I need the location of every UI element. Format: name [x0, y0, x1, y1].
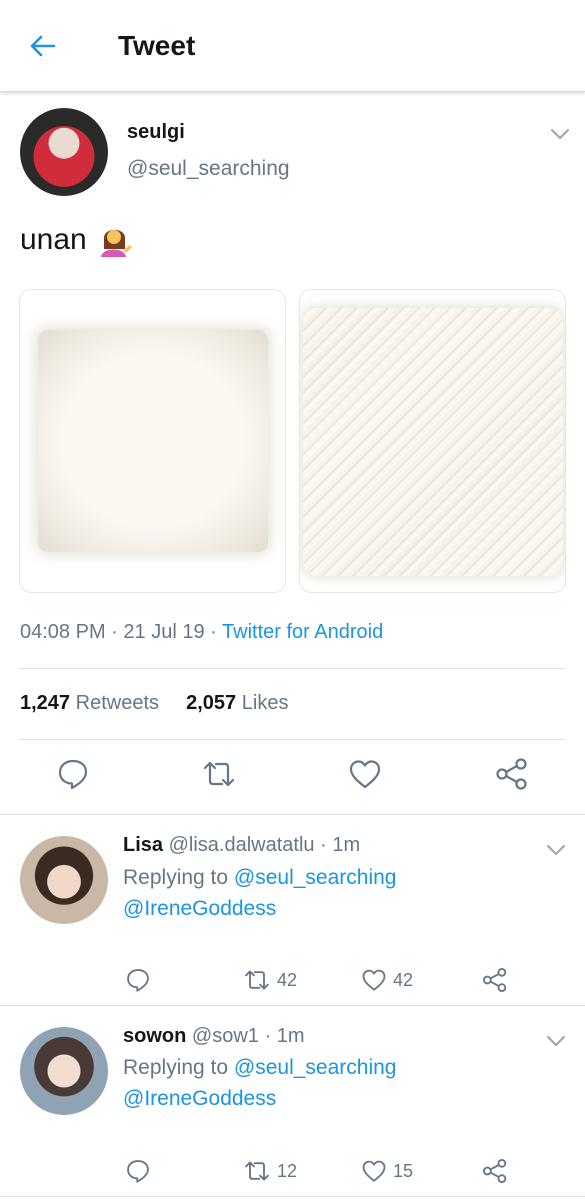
like-button[interactable]: 42: [361, 966, 413, 994]
author-name[interactable]: seulgi: [127, 121, 185, 144]
mention-link[interactable]: @IreneGoddess: [123, 1087, 276, 1110]
main-tweet: seulgi @seul_searching unan 04:08 PM · 2…: [0, 93, 585, 815]
tweet-source-link[interactable]: Twitter for Android: [222, 621, 383, 643]
divider: [20, 668, 565, 669]
reply-author-name[interactable]: Lisa: [123, 834, 163, 856]
retweets-count: 1,247: [20, 692, 71, 714]
like-count: 42: [393, 969, 414, 990]
retweet-count: 12: [277, 1160, 298, 1181]
page-title: Tweet: [118, 30, 196, 61]
reply-icon: [127, 969, 149, 992]
retweet-icon: [203, 761, 235, 787]
tweet-text-content: unan: [20, 223, 87, 256]
like-button[interactable]: 15: [361, 1157, 413, 1185]
top-bar: Tweet: [0, 0, 585, 92]
author-handle[interactable]: @seul_searching: [127, 157, 290, 181]
reply-author-handle[interactable]: @lisa.dalwatatlu: [169, 834, 315, 856]
woman-tipping-hand-icon: [100, 229, 132, 257]
reply-header: Lisa @lisa.dalwatatlu · 1m: [123, 834, 360, 857]
heart-icon: [349, 760, 381, 789]
meta-separator: ·: [320, 834, 327, 856]
retweet-icon: [245, 970, 269, 990]
arrow-left-icon: [30, 35, 56, 57]
replying-to: Replying to @seul_searching: [123, 1056, 396, 1080]
mention-link[interactable]: @seul_searching: [234, 1056, 397, 1079]
reply-icon: [58, 759, 88, 790]
reply-time: 1m: [276, 1025, 305, 1047]
share-button[interactable]: [482, 1157, 508, 1185]
replying-to-label: Replying to: [123, 866, 229, 889]
retweet-button[interactable]: [200, 755, 238, 793]
retweet-button[interactable]: 12: [243, 1157, 297, 1185]
share-button[interactable]: [493, 755, 531, 793]
like-count: 15: [393, 1160, 414, 1181]
replying-to-line-2: @IreneGoddess: [123, 897, 276, 921]
tweet-text: unan: [20, 223, 133, 257]
chevron-down-icon[interactable]: [544, 1033, 568, 1049]
retweet-button[interactable]: 42: [243, 966, 297, 994]
reply-tweet[interactable]: sowon @sow1 · 1m Replying to @seul_searc…: [0, 1007, 585, 1197]
media-image-2[interactable]: [299, 289, 566, 593]
avatar[interactable]: [20, 836, 108, 924]
replying-to-label: Replying to: [123, 1056, 229, 1079]
heart-icon: [362, 1160, 386, 1182]
reply-button[interactable]: [125, 966, 151, 994]
replying-to: Replying to @seul_searching: [123, 866, 396, 890]
tweet-meta: 04:08 PM · 21 Jul 19 · Twitter for Andro…: [20, 621, 383, 644]
tweet-time: 04:08 PM: [20, 621, 106, 643]
chevron-down-icon[interactable]: [544, 842, 568, 858]
share-icon: [482, 967, 507, 993]
tweet-date: 21 Jul 19: [123, 621, 205, 643]
fur-pillow-image: [303, 308, 563, 576]
avatar[interactable]: [20, 1027, 108, 1115]
fur-pillow-image: [38, 330, 268, 552]
share-icon: [496, 758, 527, 790]
likes-stat[interactable]: 2,057 Likes: [186, 692, 288, 714]
heart-icon: [362, 969, 386, 991]
reply-tweet[interactable]: Lisa @lisa.dalwatatlu · 1m Replying to @…: [0, 816, 585, 1006]
reply-author-name[interactable]: sowon: [123, 1025, 186, 1047]
share-button[interactable]: [482, 966, 508, 994]
meta-separator: ·: [264, 1025, 272, 1047]
media-image-1[interactable]: [19, 289, 286, 593]
chevron-down-icon[interactable]: [548, 126, 572, 142]
share-icon: [482, 1158, 507, 1184]
meta-separator: ·: [111, 621, 118, 643]
likes-count: 2,057: [186, 692, 237, 714]
mention-link[interactable]: @seul_searching: [234, 866, 397, 889]
tweet-stats: 1,247 Retweets 2,057 Likes: [20, 692, 288, 715]
divider: [20, 739, 565, 740]
avatar[interactable]: [20, 108, 108, 196]
reply-button[interactable]: [125, 1157, 151, 1185]
replying-to-line-2: @IreneGoddess: [123, 1087, 276, 1111]
reply-icon: [127, 1160, 149, 1183]
reply-time: 1m: [332, 834, 361, 856]
reply-author-handle[interactable]: @sow1: [192, 1025, 259, 1047]
reply-button[interactable]: [54, 755, 92, 793]
retweet-icon: [245, 1161, 269, 1181]
back-button[interactable]: [22, 28, 62, 64]
reply-header: sowon @sow1 · 1m: [123, 1025, 305, 1048]
meta-separator: ·: [210, 621, 217, 643]
likes-label: Likes: [241, 692, 289, 714]
mention-link[interactable]: @IreneGoddess: [123, 897, 276, 920]
retweets-label: Retweets: [75, 692, 159, 714]
retweets-stat[interactable]: 1,247 Retweets: [20, 692, 159, 714]
retweet-count: 42: [277, 969, 298, 990]
like-button[interactable]: [346, 755, 384, 793]
